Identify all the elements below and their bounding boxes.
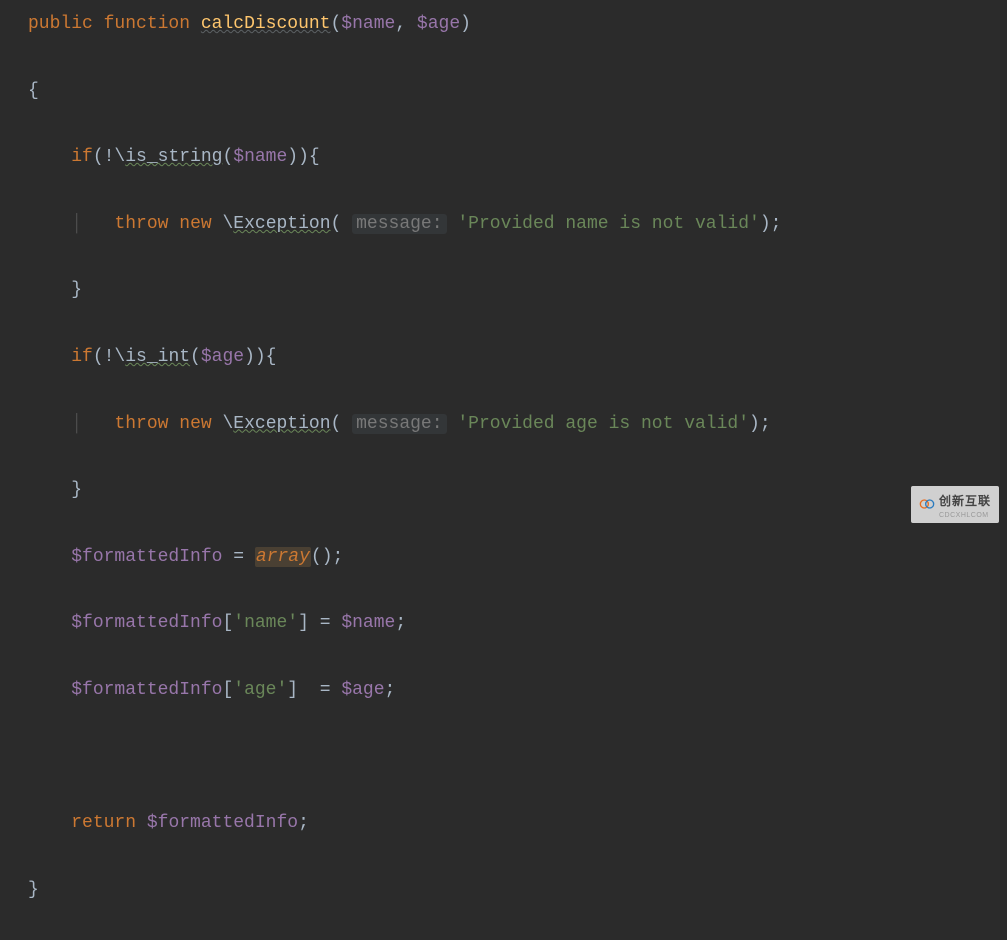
watermark-icon: [919, 496, 935, 512]
code-line: [28, 741, 1007, 774]
code-line: $formattedInfo['name'] = $name;: [28, 607, 1007, 640]
code-line: if(!\is_string($name)){: [28, 141, 1007, 174]
code-line: public function calcDiscount($name, $age…: [28, 8, 1007, 41]
code-line: $formattedInfo['age'] = $age;: [28, 674, 1007, 707]
code-editor: public function calcDiscount($name, $age…: [28, 8, 1007, 940]
watermark-subtext: CDCXHLCOM: [939, 512, 991, 519]
keyword-function: function: [104, 14, 190, 34]
code-line: }: [28, 274, 1007, 307]
code-line: if(!\is_int($age)){: [28, 341, 1007, 374]
class-exception: Exception: [233, 214, 330, 234]
code-line: return $formattedInfo;: [28, 807, 1007, 840]
watermark-text: 创新互联: [939, 494, 991, 508]
code-line: }: [28, 474, 1007, 507]
keyword-return: return: [71, 813, 136, 833]
watermark: 创新互联 CDCXHLCOM: [911, 486, 999, 523]
keyword-new: new: [179, 214, 211, 234]
keyword-array: array: [256, 547, 310, 567]
fn-is-string: is_string: [125, 147, 222, 167]
code-line: │ throw new \Exception( message: 'Provid…: [28, 208, 1007, 241]
param-hint: message:: [352, 214, 446, 234]
code-line: {: [28, 75, 1007, 108]
keyword-public: public: [28, 14, 93, 34]
code-line: │ throw new \Exception( message: 'Provid…: [28, 408, 1007, 441]
param-age: $age: [417, 14, 460, 34]
string-literal: 'Provided name is not valid': [457, 214, 759, 234]
keyword-throw: throw: [114, 214, 168, 234]
param-name: $name: [341, 14, 395, 34]
string-literal: 'Provided age is not valid': [457, 414, 749, 434]
fn-is-int: is_int: [125, 347, 190, 367]
keyword-if: if: [71, 147, 93, 167]
code-line: $formattedInfo = array();: [28, 541, 1007, 574]
function-name: calcDiscount: [201, 14, 331, 34]
code-line: }: [28, 874, 1007, 907]
var-formatted: $formattedInfo: [71, 547, 222, 567]
